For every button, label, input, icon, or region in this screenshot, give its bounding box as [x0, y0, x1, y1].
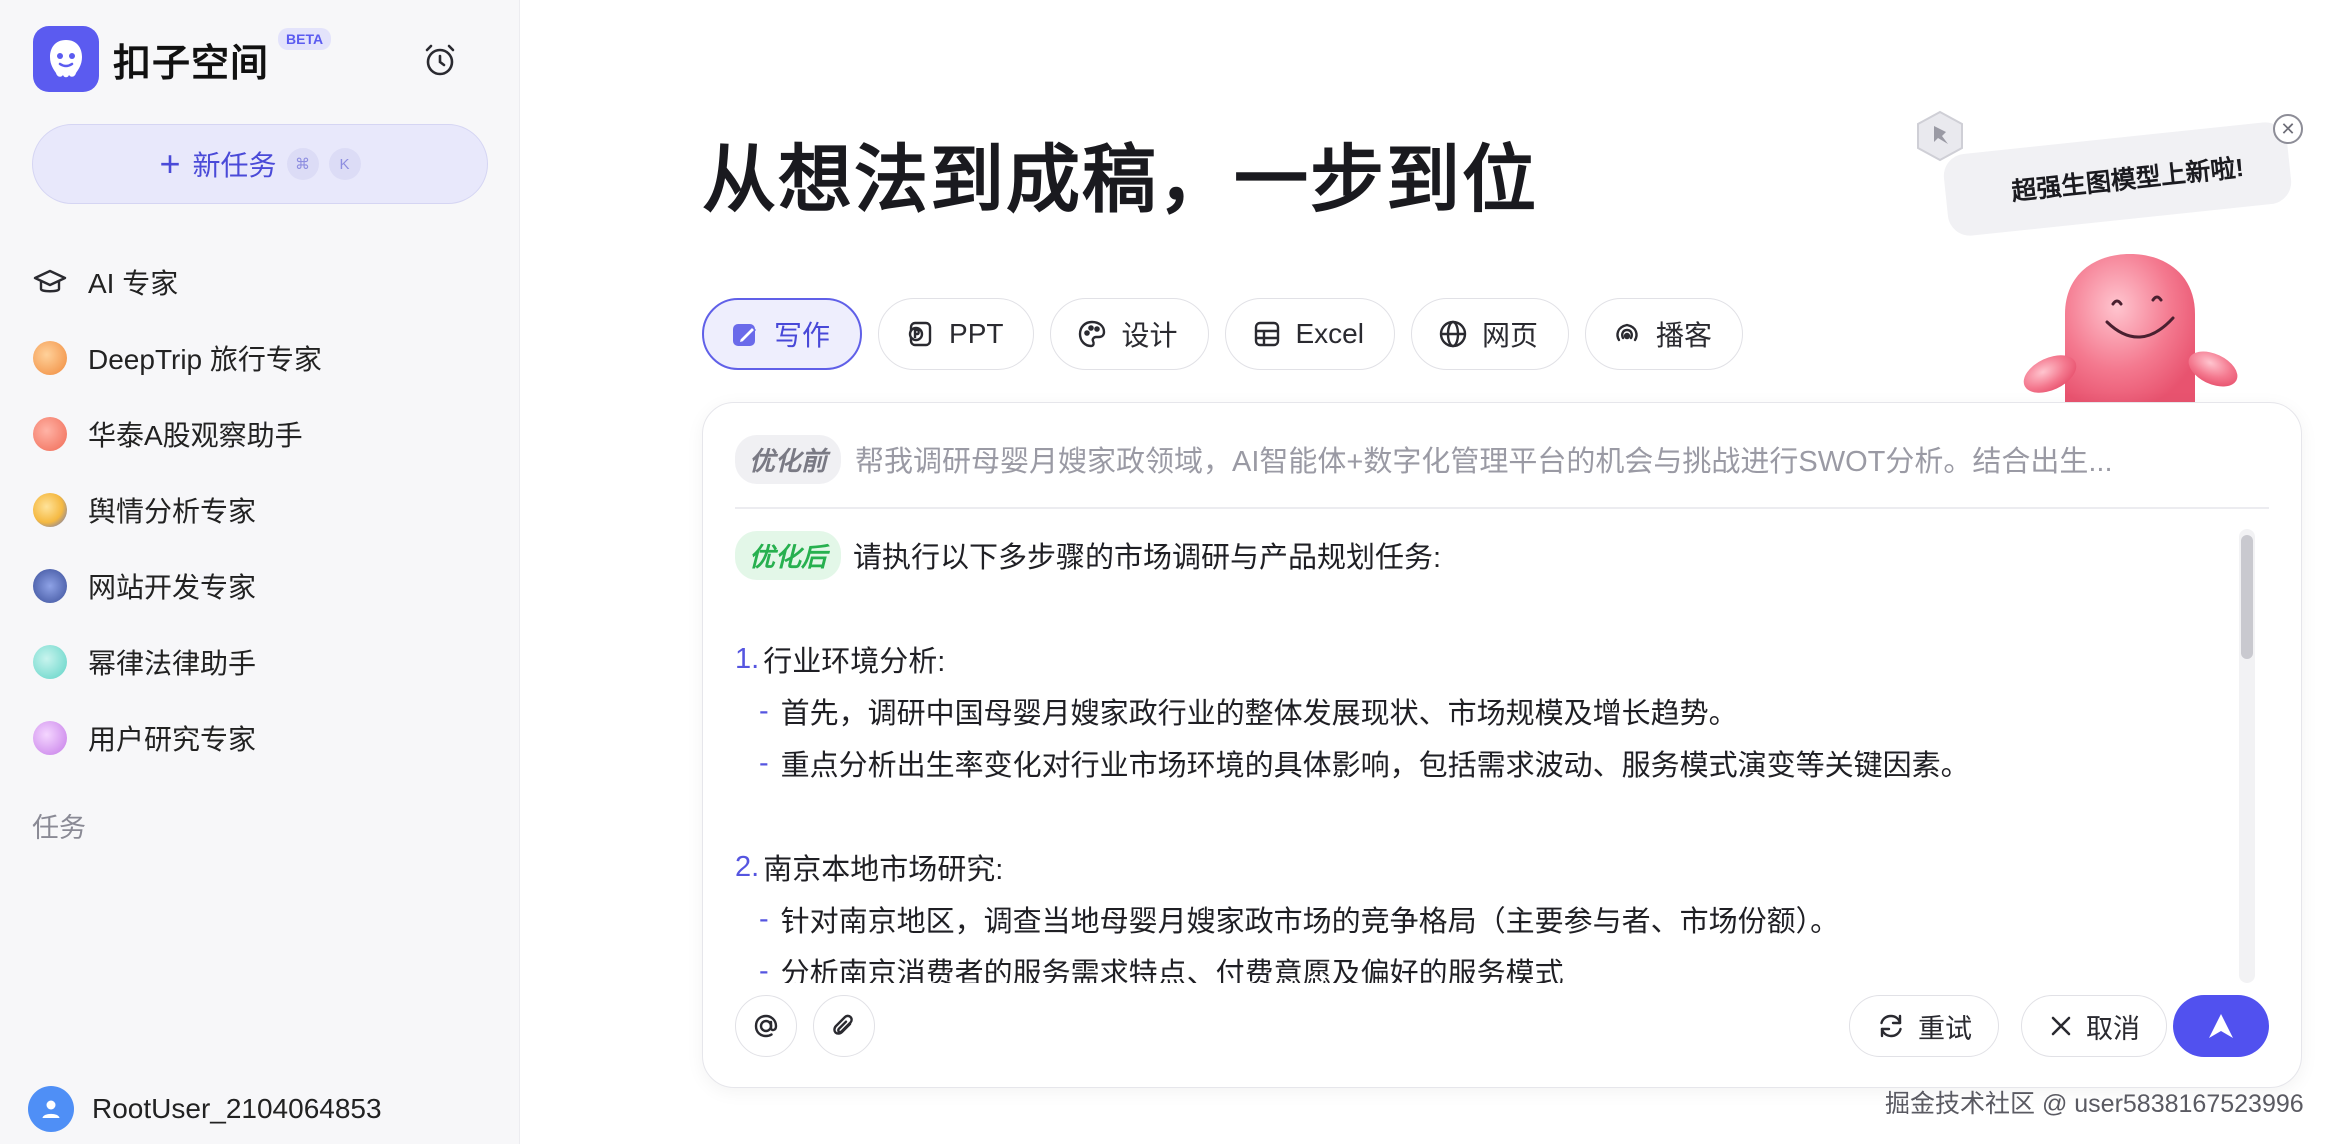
paperclip-icon [833, 1014, 853, 1035]
brand[interactable]: 扣子空间 BETA [33, 26, 332, 92]
sidebar: 扣子空间 BETA + 新任务 ⌘ K AI 专家 DeepTrip 旅行专家 … [0, 0, 520, 1144]
prompt-card: 优化前 帮我调研母婴月嫂家政领域，AI智能体+数字化管理平台的机会与挑战进行SW… [702, 402, 2302, 1088]
tab-writing[interactable]: 写作 [702, 298, 863, 370]
mode-tabs: 写作 PPT 设计 Excel 网页 播客 [702, 298, 1759, 370]
cancel-label: 取消 [2086, 1013, 2140, 1044]
sidebar-item-label: AI 专家 [88, 268, 179, 299]
prompt-scrollbar[interactable] [2239, 529, 2255, 983]
cancel-button[interactable]: 取消 [2021, 995, 2167, 1057]
plus-icon: + [159, 143, 181, 184]
app-name: 扣子空间 [113, 42, 270, 85]
watermark-text: 掘金技术社区 @ user5838167523996 [1885, 1090, 2304, 1118]
section-heading: 1. 行业环境分析: [735, 642, 946, 679]
shortcut-key-k: K [328, 148, 361, 180]
podcast-icon [1616, 323, 1638, 342]
sidebar-item-user-research[interactable]: 用户研究专家 [32, 700, 492, 776]
optimized-prompt-editor[interactable]: 优化后 请执行以下多步骤的市场调研与产品规划任务: 1. 行业环境分析: - 首先… [735, 529, 2235, 983]
deeptrip-avatar [32, 340, 68, 376]
list-item: - 针对南京地区，调查当地母婴月嫂家政市场的竞争格局（主要参与者、市场份额）。 [759, 902, 1840, 939]
tab-podcast[interactable]: 播客 [1584, 298, 1743, 370]
retry-button[interactable]: 重试 [1849, 995, 1999, 1057]
sentiment-avatar [32, 492, 68, 528]
list-item: - 分析南京消费者的服务需求特点、付费意愿及偏好的服务模式 [759, 954, 1564, 984]
palette-icon [1079, 320, 1106, 348]
before-tag: 优化前 [735, 434, 842, 484]
mention-button[interactable] [735, 995, 797, 1057]
app-logo-icon [33, 26, 99, 92]
tab-label: 网页 [1481, 320, 1538, 351]
tab-webpage[interactable]: 网页 [1410, 298, 1569, 370]
list-item: - 重点分析出生率变化对行业市场环境的具体影响，包括需求波动、服务模式演变等关键因… [759, 746, 1970, 783]
attach-button[interactable] [813, 995, 875, 1057]
sidebar-item-deeptrip[interactable]: DeepTrip 旅行专家 [32, 320, 492, 396]
tab-label: PPT [949, 318, 1004, 349]
sidebar-item-sentiment[interactable]: 舆情分析专家 [32, 472, 492, 548]
user-name: RootUser_2104064853 [92, 1093, 382, 1124]
tab-design[interactable]: 设计 [1050, 298, 1209, 370]
huatai-avatar [32, 416, 68, 452]
retry-label: 重试 [1918, 1013, 1972, 1044]
promo-text: 超强生图模型上新啦! [2010, 153, 2246, 207]
graduation-cap-icon [32, 264, 68, 300]
write-icon [733, 324, 757, 346]
beta-badge: BETA [278, 28, 332, 50]
sidebar-item-webdev[interactable]: 网站开发专家 [32, 548, 492, 624]
sidebar-item-label: 舆情分析专家 [88, 496, 257, 527]
tab-label: 播客 [1655, 320, 1712, 351]
send-arrow-icon [2209, 1014, 2233, 1038]
before-prompt-text: 帮我调研母婴月嫂家政领域，AI智能体+数字化管理平台的机会与挑战进行SWOT分析… [855, 446, 2113, 478]
prompt-before-row: 优化前 帮我调研母婴月嫂家政领域，AI智能体+数字化管理平台的机会与挑战进行SW… [735, 433, 2269, 485]
after-intro-text: 请执行以下多步骤的市场调研与产品规划任务: [853, 542, 1442, 574]
promo-bubble: 超强生图模型上新啦! [1941, 120, 2294, 238]
user-profile[interactable]: RootUser_2104064853 [28, 1086, 382, 1132]
divider [735, 507, 2269, 509]
globe-icon [1439, 320, 1467, 348]
new-task-label: 新任务 [192, 150, 277, 181]
sidebar-item-label: DeepTrip 旅行专家 [88, 344, 322, 375]
law-avatar [32, 644, 68, 680]
tasks-section-label: 任务 [32, 813, 86, 843]
sidebar-nav: AI 专家 DeepTrip 旅行专家 华泰A股观察助手 舆情分析专家 网站开发… [32, 244, 492, 776]
refresh-icon [1880, 1014, 1902, 1038]
at-sign-icon [754, 1014, 778, 1038]
webdev-avatar [32, 568, 68, 604]
ppt-icon [908, 321, 932, 347]
page-headline: 从想法到成稿，一步到位 [702, 138, 1538, 221]
tab-label: 写作 [774, 320, 831, 351]
table-icon [1254, 321, 1279, 347]
shortcut-key-cmd: ⌘ [286, 148, 319, 180]
tab-label: Excel [1295, 318, 1364, 349]
sidebar-item-label: 幂律法律助手 [88, 648, 257, 679]
after-tag: 优化后 [735, 530, 842, 580]
mascot-illustration [2023, 254, 2238, 404]
user-research-avatar [32, 720, 68, 756]
new-task-button[interactable]: + 新任务 ⌘ K [32, 124, 488, 204]
tab-ppt[interactable]: PPT [878, 298, 1035, 370]
sidebar-item-label: 网站开发专家 [88, 572, 257, 603]
list-item: - 首先，调研中国母婴月嫂家政行业的整体发展现状、市场规模及增长趋势。 [759, 694, 1738, 731]
sidebar-item-label: 用户研究专家 [88, 724, 257, 755]
main-area: 从想法到成稿，一步到位 超强生图模型上新啦! ✕ 写作 PPT 设计 Excel… [520, 0, 2334, 1144]
promo-close-icon[interactable]: ✕ [2273, 114, 2303, 144]
send-button[interactable] [2173, 995, 2269, 1057]
sidebar-item-law[interactable]: 幂律法律助手 [32, 624, 492, 700]
sidebar-item-label: 华泰A股观察助手 [88, 420, 303, 451]
tab-label: 设计 [1121, 320, 1178, 351]
section-heading: 2. 南京本地市场研究: [735, 850, 1004, 887]
close-icon [2051, 1016, 2071, 1036]
scrollbar-thumb[interactable] [2241, 535, 2253, 659]
alarm-clock-icon[interactable] [420, 40, 460, 80]
sidebar-item-ai-expert[interactable]: AI 专家 [32, 244, 492, 320]
sidebar-item-huatai[interactable]: 华泰A股观察助手 [32, 396, 492, 472]
user-avatar-icon [28, 1086, 74, 1132]
tab-excel[interactable]: Excel [1224, 298, 1395, 370]
